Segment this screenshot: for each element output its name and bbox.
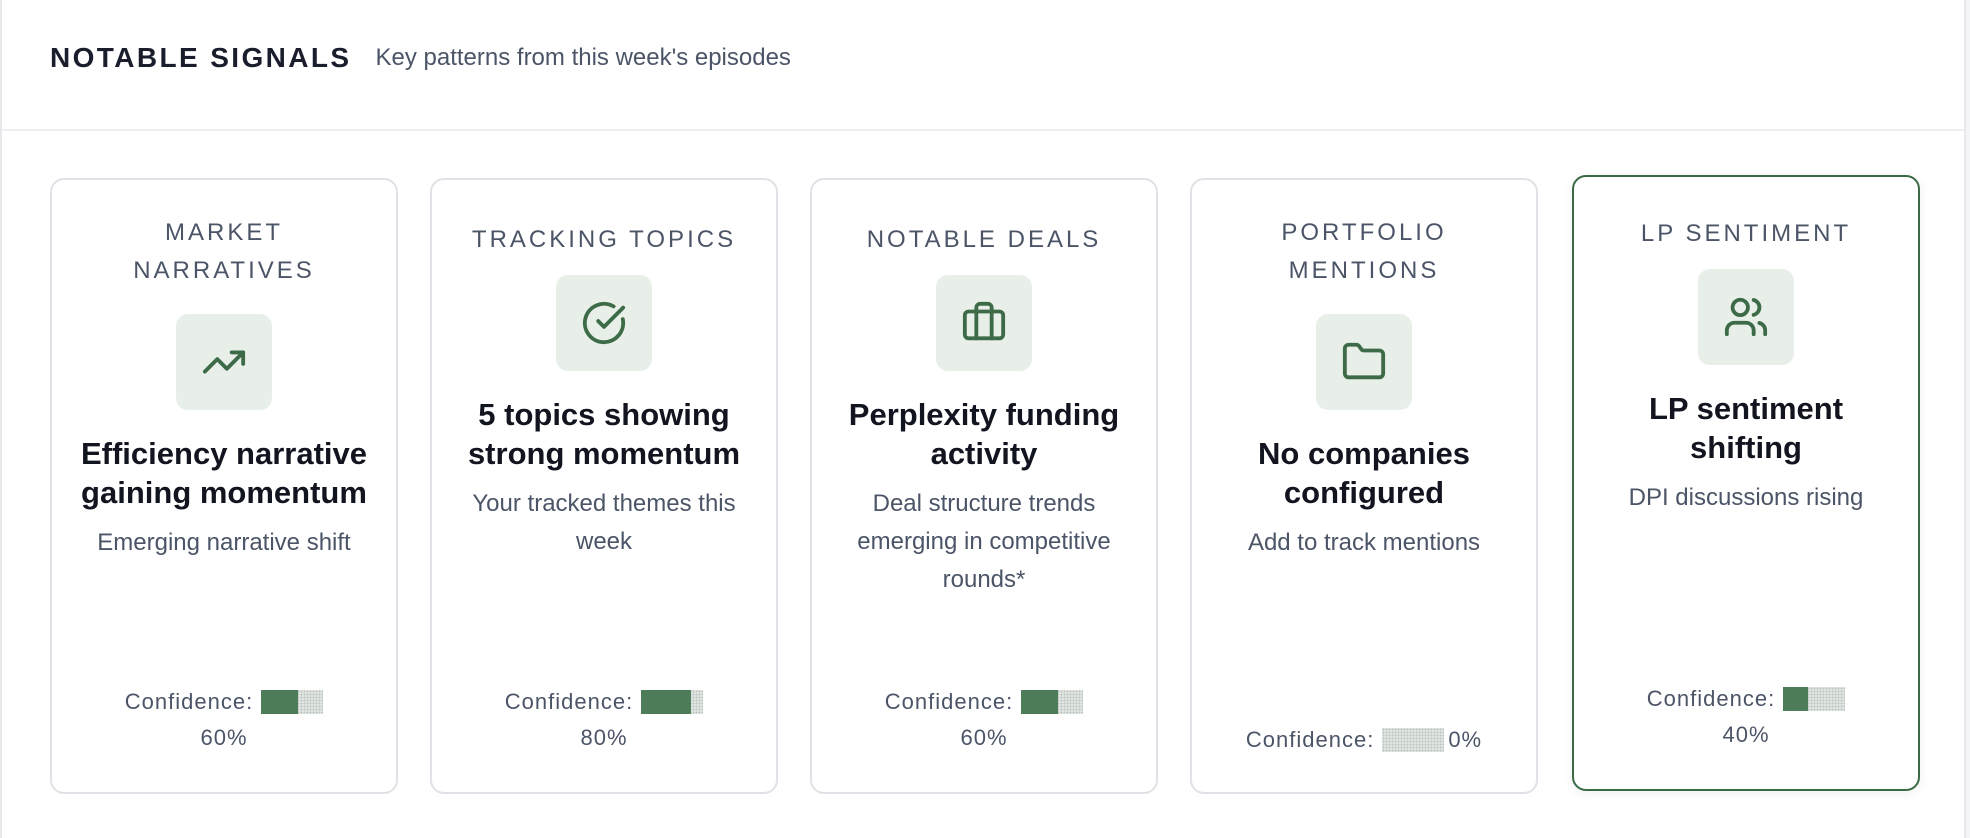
folder-icon bbox=[1342, 342, 1386, 380]
card-category: LP SENTIMENT bbox=[1640, 220, 1852, 247]
card-description: DPI discussions rising bbox=[1628, 484, 1864, 511]
trending-up-icon bbox=[202, 350, 246, 374]
check-circle-icon bbox=[582, 301, 626, 345]
card-headline: Perplexity funding activity bbox=[848, 397, 1120, 471]
confidence-indicator: Confidence: 0% bbox=[1192, 727, 1536, 753]
confidence-percent: 60% bbox=[960, 725, 1008, 750]
confidence-indicator: Confidence: 60% bbox=[812, 689, 1156, 751]
confidence-bar-fill bbox=[1783, 687, 1808, 711]
confidence-bar-fill bbox=[261, 690, 299, 714]
signal-card-lp-sentiment[interactable]: LP SENTIMENT LP sentiment shifting DPI d… bbox=[1572, 175, 1920, 791]
notable-signals-panel: NOTABLE SIGNALS Key patterns from this w… bbox=[0, 0, 1966, 838]
panel-header: NOTABLE SIGNALS Key patterns from this w… bbox=[2, 0, 1964, 131]
signal-card-tracking-topics[interactable]: TRACKING TOPICS 5 topics showing strong … bbox=[430, 178, 778, 794]
signal-card-market-narratives[interactable]: MARKET NARRATIVES Efficiency narrative g… bbox=[50, 178, 398, 794]
card-icon-container bbox=[1698, 269, 1794, 365]
section-title: NOTABLE SIGNALS bbox=[50, 41, 352, 73]
card-headline: No companies configured bbox=[1258, 436, 1470, 510]
card-headline: Efficiency narrative gaining momentum bbox=[80, 436, 368, 510]
card-description: Add to track mentions bbox=[1247, 529, 1481, 556]
confidence-label: Confidence: bbox=[504, 689, 634, 714]
briefcase-icon bbox=[962, 301, 1006, 341]
card-headline: LP sentiment shifting bbox=[1648, 391, 1844, 465]
card-category: NOTABLE DEALS bbox=[866, 226, 1102, 253]
confidence-bar bbox=[1021, 690, 1084, 714]
signal-card-portfolio-mentions[interactable]: PORTFOLIO MENTIONS No companies configur… bbox=[1190, 178, 1538, 794]
confidence-percent: 60% bbox=[200, 725, 248, 750]
card-description: Deal structure trends emerging in compet… bbox=[857, 490, 1111, 593]
confidence-percent: 80% bbox=[580, 725, 628, 750]
confidence-label: Confidence: bbox=[884, 689, 1014, 714]
confidence-label: Confidence: bbox=[124, 689, 254, 714]
card-icon-container bbox=[176, 314, 272, 410]
confidence-bar bbox=[641, 690, 704, 714]
confidence-label: Confidence: bbox=[1245, 727, 1375, 752]
confidence-indicator: Confidence: 60% bbox=[52, 689, 396, 751]
card-icon-container bbox=[1316, 314, 1412, 410]
users-icon bbox=[1724, 297, 1768, 337]
confidence-indicator: Confidence: 80% bbox=[432, 689, 776, 751]
confidence-percent: 40% bbox=[1722, 722, 1770, 747]
confidence-indicator: Confidence: 40% bbox=[1574, 686, 1918, 748]
card-category: TRACKING TOPICS bbox=[471, 226, 737, 253]
card-icon-container bbox=[936, 275, 1032, 371]
confidence-bar bbox=[1783, 687, 1846, 711]
confidence-bar bbox=[1382, 728, 1445, 752]
section-subtitle: Key patterns from this week's episodes bbox=[375, 43, 791, 71]
card-description: Your tracked themes this week bbox=[472, 490, 736, 555]
confidence-label: Confidence: bbox=[1646, 686, 1776, 711]
confidence-bar-fill bbox=[641, 690, 691, 714]
card-category: PORTFOLIO MENTIONS bbox=[1281, 219, 1447, 284]
card-description: Emerging narrative shift bbox=[97, 529, 351, 556]
card-category: MARKET NARRATIVES bbox=[133, 219, 315, 284]
card-icon-container bbox=[556, 275, 652, 371]
confidence-bar bbox=[261, 690, 324, 714]
confidence-bar-fill bbox=[1021, 690, 1059, 714]
confidence-percent: 0% bbox=[1448, 727, 1483, 752]
card-headline: 5 topics showing strong momentum bbox=[467, 397, 741, 471]
signal-card-notable-deals[interactable]: NOTABLE DEALS Perplexity funding activit… bbox=[810, 178, 1158, 794]
